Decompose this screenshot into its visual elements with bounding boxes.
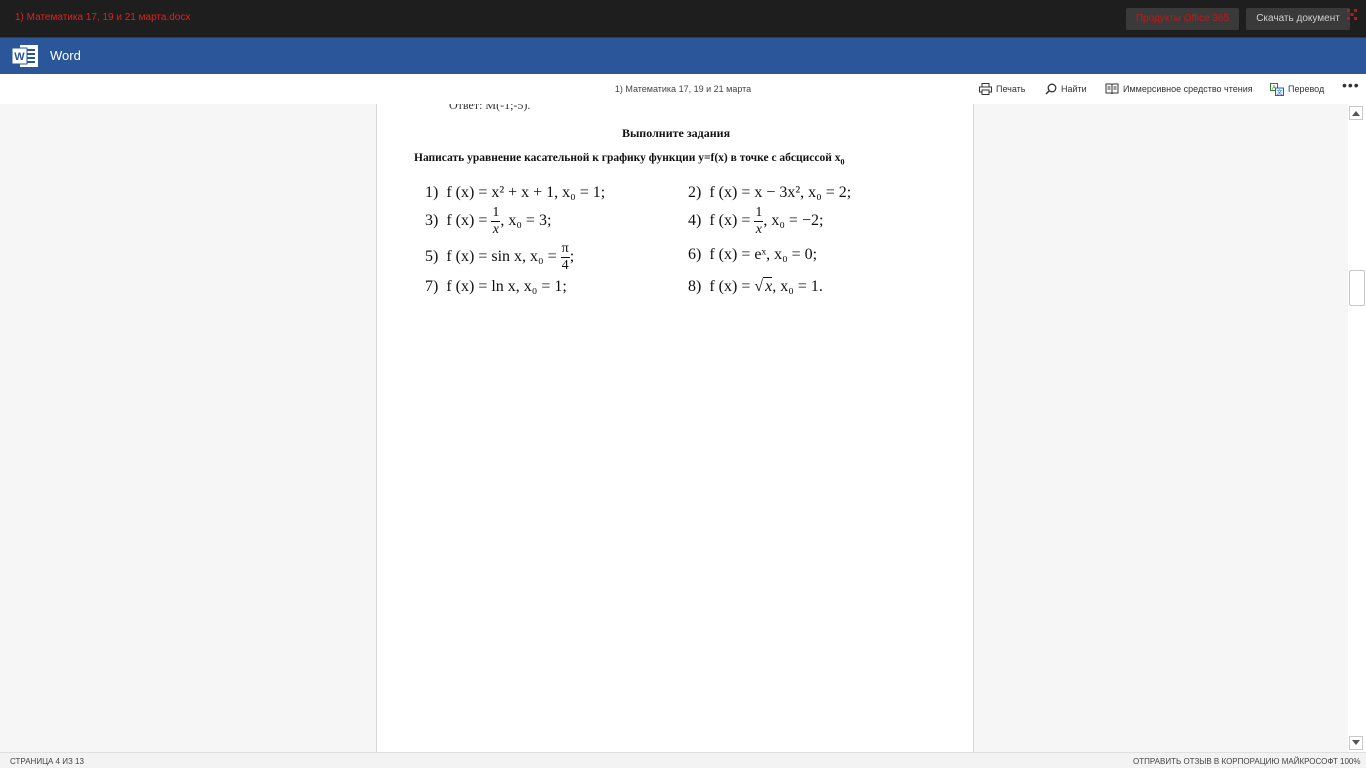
exercise-formula-part: f (x) = bbox=[446, 212, 492, 230]
vertical-scrollbar[interactable] bbox=[1348, 104, 1366, 752]
exercise-formula-part: , x₀ = −2; bbox=[763, 212, 824, 230]
exercise-2: 2) f (x) = x − 3x², x₀ = 2; bbox=[688, 184, 851, 202]
fraction: 1x bbox=[754, 205, 764, 237]
app-name[interactable]: Word bbox=[50, 48, 81, 63]
document-view: Ответ: M(-1;-5). Выполните задания Напис… bbox=[0, 104, 1366, 752]
exercise-7: 7) f (x) = ln x, x₀ = 1; bbox=[425, 278, 567, 296]
immersive-reader-button[interactable]: Иммерсивное средство чтения bbox=[1105, 82, 1253, 96]
exercise-number: 6) bbox=[688, 246, 702, 263]
numerator: 1 bbox=[491, 205, 501, 222]
scroll-thumb[interactable] bbox=[1349, 270, 1365, 306]
numerator: π bbox=[560, 241, 570, 258]
exercise-number: 7) bbox=[425, 278, 439, 295]
translate-button[interactable]: A 文 Перевод bbox=[1270, 82, 1324, 96]
exercise-formula: f (x) = eˣ, x₀ = 0; bbox=[709, 246, 818, 263]
status-bar: СТРАНИЦА 4 ИЗ 13 ОТПРАВИТЬ ОТЗЫВ В КОРПО… bbox=[0, 752, 1366, 768]
fraction: 1x bbox=[491, 205, 501, 237]
numerator: 1 bbox=[754, 205, 764, 222]
triangle-up-icon bbox=[1352, 111, 1360, 116]
send-feedback-link[interactable]: ОТПРАВИТЬ ОТЗЫВ В КОРПОРАЦИЮ МАЙКРОСОФТ bbox=[1133, 757, 1338, 766]
immersive-reader-icon bbox=[1105, 83, 1119, 95]
exercise-formula-part: , x₀ = 1. bbox=[772, 278, 823, 295]
exercise-1: 1) f (x) = x² + x + 1, x₀ = 1; bbox=[425, 184, 605, 202]
exercise-formula-part: f (x) = bbox=[709, 212, 755, 230]
previous-answer-text: Ответ: M(-1;-5). bbox=[449, 104, 531, 112]
printer-icon bbox=[979, 83, 992, 95]
exercise-5: 5) f (x) = sin x, x₀ = π 4; bbox=[425, 242, 574, 273]
clipped-text-line bbox=[425, 172, 695, 176]
page-count: СТРАНИЦА 4 ИЗ 13 bbox=[10, 757, 84, 766]
exercise-number: 5) bbox=[425, 248, 439, 266]
triangle-down-icon bbox=[1352, 740, 1360, 745]
exercise-6: 6) f (x) = eˣ, x₀ = 0; bbox=[688, 246, 817, 264]
top-bar: 1) Математика 17, 19 и 21 марта.docx Про… bbox=[0, 0, 1366, 38]
svg-text:A: A bbox=[1272, 85, 1276, 91]
immersive-reader-label: Иммерсивное средство чтения bbox=[1123, 84, 1253, 94]
print-button[interactable]: Печать bbox=[979, 82, 1025, 96]
exercise-8: 8) f (x) = √ x, x₀ = 1. bbox=[688, 277, 823, 296]
exercise-number: 2) bbox=[688, 184, 702, 201]
exercise-formula: f (x) = x² + x + 1, x₀ = 1; bbox=[446, 184, 606, 201]
exercise-4: 4) f (x) = 1x, x₀ = −2; bbox=[688, 206, 823, 237]
exercise-formula-part: f (x) = sin x, x₀ = bbox=[446, 248, 561, 266]
office-365-products-button[interactable]: Продукты Office 365 bbox=[1126, 8, 1239, 30]
find-label: Найти bbox=[1061, 84, 1087, 94]
exercise-number: 3) bbox=[425, 212, 439, 230]
section-heading: Выполните задания bbox=[621, 126, 731, 140]
translate-icon: A 文 bbox=[1270, 82, 1284, 96]
exercise-3: 3) f (x) = 1x, x₀ = 3; bbox=[425, 206, 551, 237]
exercise-formula: f (x) = x − 3x², x₀ = 2; bbox=[709, 184, 852, 201]
svg-text:W: W bbox=[14, 51, 25, 63]
fraction: π4 bbox=[560, 241, 570, 273]
scroll-up-button[interactable] bbox=[1349, 106, 1363, 120]
denominator: x bbox=[755, 222, 762, 237]
exercise-formula: f (x) = ln x, x₀ = 1; bbox=[446, 278, 567, 295]
square-root-radicand: x bbox=[763, 277, 773, 295]
scroll-down-button[interactable] bbox=[1349, 736, 1363, 750]
exercise-number: 4) bbox=[688, 212, 702, 230]
command-bar: 1) Математика 17, 19 и 21 марта Печать Н… bbox=[0, 74, 1366, 104]
print-label: Печать bbox=[996, 84, 1026, 94]
more-options-button[interactable]: ••• bbox=[1342, 77, 1360, 93]
exercise-formula-part: ; bbox=[569, 248, 575, 266]
exercise-formula-part: , x₀ = 3; bbox=[500, 212, 552, 230]
find-button[interactable]: Найти bbox=[1045, 82, 1087, 96]
word-header-bar: W Word bbox=[0, 38, 1366, 74]
denominator: x bbox=[492, 222, 499, 237]
task-subscript: 0 bbox=[840, 157, 845, 167]
document-filename[interactable]: 1) Математика 17, 19 и 21 марта.docx bbox=[15, 12, 190, 23]
download-document-button[interactable]: Скачать документ bbox=[1246, 8, 1350, 30]
exercise-number: 1) bbox=[425, 184, 439, 201]
exercise-number: 8) bbox=[688, 278, 702, 295]
task-text: Написать уравнение касательной к графику… bbox=[414, 152, 841, 164]
exercise-formula-part: f (x) = √ bbox=[709, 278, 764, 295]
document-page[interactable]: Ответ: M(-1;-5). Выполните задания Напис… bbox=[376, 104, 974, 752]
zoom-level[interactable]: 100% bbox=[1340, 757, 1360, 766]
word-logo-icon: W bbox=[11, 45, 38, 67]
svg-text:文: 文 bbox=[1276, 88, 1282, 96]
search-icon bbox=[1045, 83, 1057, 95]
translate-label: Перевод bbox=[1288, 84, 1325, 94]
app-launcher-icon[interactable] bbox=[1346, 8, 1358, 22]
denominator: 4 bbox=[561, 258, 569, 273]
task-statement: Написать уравнение касательной к графику… bbox=[414, 152, 845, 166]
